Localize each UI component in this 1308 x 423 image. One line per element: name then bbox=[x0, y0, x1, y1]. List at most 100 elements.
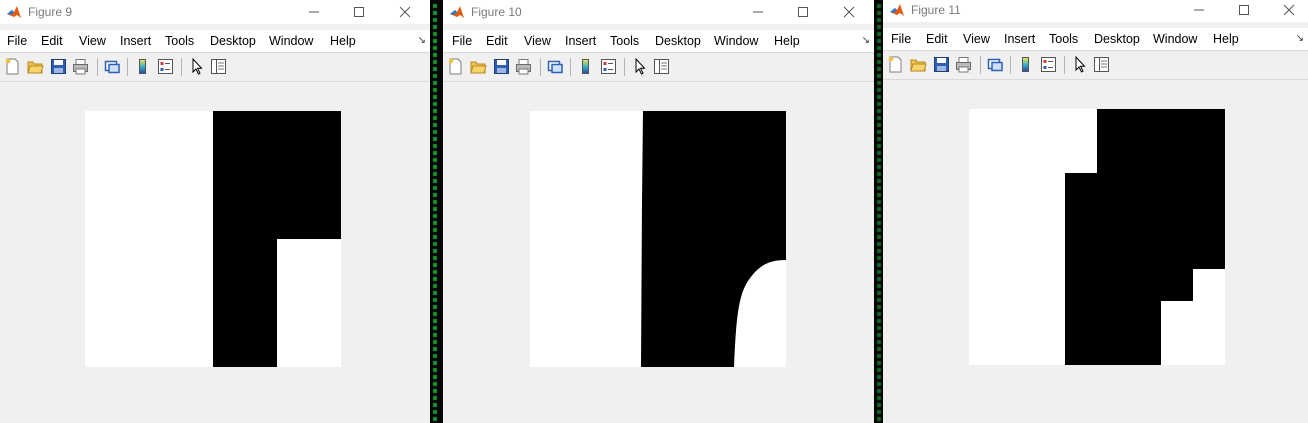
new-figure-button[interactable] bbox=[4, 58, 21, 75]
new-figure-button[interactable] bbox=[887, 56, 904, 73]
black-region bbox=[1097, 269, 1161, 365]
edit-plot-arrow-icon bbox=[1075, 55, 1086, 73]
menu-desktop[interactable]: Desktop bbox=[210, 34, 256, 48]
print-button[interactable] bbox=[72, 58, 89, 75]
link-plot-icon bbox=[547, 60, 563, 74]
menu-overflow-icon[interactable]: ↘ bbox=[1296, 33, 1304, 44]
toolbar-separator bbox=[127, 58, 128, 76]
menu-file[interactable]: File bbox=[452, 34, 472, 48]
title-bar[interactable]: Figure 10 bbox=[443, 0, 874, 24]
menu-insert[interactable]: Insert bbox=[565, 34, 596, 48]
open-file-button[interactable] bbox=[27, 58, 44, 75]
print-button[interactable] bbox=[515, 58, 532, 75]
menu-tools[interactable]: Tools bbox=[610, 34, 639, 48]
menu-file[interactable]: File bbox=[7, 34, 27, 48]
minimize-button[interactable] bbox=[1177, 0, 1222, 22]
legend-button[interactable] bbox=[600, 58, 617, 75]
toolbar-separator bbox=[181, 58, 182, 76]
property-inspector-button[interactable] bbox=[1093, 56, 1110, 73]
menu-edit[interactable]: Edit bbox=[926, 32, 948, 46]
save-button[interactable] bbox=[50, 58, 67, 75]
property-inspector-icon bbox=[1094, 57, 1109, 72]
link-plot-button[interactable] bbox=[104, 58, 121, 75]
menu-view[interactable]: View bbox=[79, 34, 106, 48]
menu-overflow-icon[interactable]: ↘ bbox=[862, 35, 870, 46]
black-region bbox=[213, 111, 341, 239]
menu-help[interactable]: Help bbox=[330, 34, 356, 48]
menu-window[interactable]: Window bbox=[714, 34, 758, 48]
edit-plot-arrow-button[interactable] bbox=[189, 57, 206, 75]
matlab-logo-icon bbox=[890, 4, 904, 16]
figure-toolbar bbox=[443, 52, 874, 82]
legend-icon bbox=[158, 59, 173, 74]
black-region bbox=[641, 111, 786, 367]
close-button[interactable] bbox=[1267, 0, 1308, 22]
menu-overflow-icon[interactable]: ↘ bbox=[418, 35, 426, 46]
colorbar-icon bbox=[139, 59, 146, 74]
menu-desktop[interactable]: Desktop bbox=[1094, 32, 1140, 46]
save-button[interactable] bbox=[493, 58, 510, 75]
save-button[interactable] bbox=[933, 56, 950, 73]
maximize-button[interactable] bbox=[1222, 0, 1267, 22]
menu-insert[interactable]: Insert bbox=[120, 34, 151, 48]
menu-tools[interactable]: Tools bbox=[165, 34, 194, 48]
save-icon bbox=[494, 59, 509, 74]
edit-plot-arrow-icon bbox=[635, 57, 646, 75]
colorbar-button[interactable] bbox=[134, 58, 151, 75]
binary-image-axes[interactable] bbox=[530, 111, 786, 367]
menu-bar: File Edit View Insert Tools Desktop Wind… bbox=[443, 30, 874, 52]
minimize-button[interactable] bbox=[292, 0, 337, 24]
link-plot-button[interactable] bbox=[987, 56, 1004, 73]
property-inspector-button[interactable] bbox=[653, 58, 670, 75]
edit-plot-arrow-button[interactable] bbox=[1072, 55, 1089, 73]
edit-plot-arrow-button[interactable] bbox=[632, 57, 649, 75]
maximize-button[interactable] bbox=[337, 0, 382, 24]
new-figure-button[interactable] bbox=[447, 58, 464, 75]
legend-button[interactable] bbox=[1040, 56, 1057, 73]
close-button[interactable] bbox=[383, 0, 428, 24]
menu-view[interactable]: View bbox=[963, 32, 990, 46]
figure-window-10: Figure 10 File Edit View Insert Tools De… bbox=[443, 0, 874, 423]
menu-help[interactable]: Help bbox=[774, 34, 800, 48]
maximize-button[interactable] bbox=[781, 0, 826, 24]
open-file-icon bbox=[910, 59, 927, 72]
figure-window-11: Figure 11 File Edit View Insert Tools De… bbox=[883, 0, 1308, 423]
new-figure-icon bbox=[888, 56, 902, 73]
menu-help[interactable]: Help bbox=[1213, 32, 1239, 46]
menu-insert[interactable]: Insert bbox=[1004, 32, 1035, 46]
link-plot-icon bbox=[104, 60, 120, 74]
open-file-button[interactable] bbox=[470, 58, 487, 75]
save-icon bbox=[934, 57, 949, 72]
minimize-button[interactable] bbox=[736, 0, 781, 24]
title-bar[interactable]: Figure 11 bbox=[883, 0, 1308, 22]
matlab-logo-icon bbox=[450, 6, 464, 18]
black-region bbox=[213, 239, 277, 367]
legend-button[interactable] bbox=[157, 58, 174, 75]
menu-file[interactable]: File bbox=[891, 32, 911, 46]
window-title: Figure 10 bbox=[471, 5, 522, 19]
menu-window[interactable]: Window bbox=[269, 34, 313, 48]
menu-edit[interactable]: Edit bbox=[41, 34, 63, 48]
menu-desktop[interactable]: Desktop bbox=[655, 34, 701, 48]
menu-tools[interactable]: Tools bbox=[1049, 32, 1078, 46]
binary-image-axes[interactable] bbox=[85, 111, 341, 367]
edit-plot-arrow-icon bbox=[192, 57, 203, 75]
print-button[interactable] bbox=[955, 56, 972, 73]
menu-window[interactable]: Window bbox=[1153, 32, 1197, 46]
menu-edit[interactable]: Edit bbox=[486, 34, 508, 48]
new-figure-icon bbox=[448, 58, 462, 75]
menu-view[interactable]: View bbox=[524, 34, 551, 48]
save-icon bbox=[51, 59, 66, 74]
link-plot-button[interactable] bbox=[547, 58, 564, 75]
maximize-icon bbox=[798, 7, 808, 17]
print-icon bbox=[73, 59, 88, 75]
colorbar-button[interactable] bbox=[1017, 56, 1034, 73]
colorbar-button[interactable] bbox=[577, 58, 594, 75]
binary-image-axes[interactable] bbox=[969, 109, 1225, 365]
close-button[interactable] bbox=[827, 0, 872, 24]
figure-toolbar bbox=[0, 52, 430, 82]
title-bar[interactable]: Figure 9 bbox=[0, 0, 430, 24]
property-inspector-button[interactable] bbox=[210, 58, 227, 75]
open-file-button[interactable] bbox=[910, 56, 927, 73]
colorbar-icon bbox=[582, 59, 589, 74]
